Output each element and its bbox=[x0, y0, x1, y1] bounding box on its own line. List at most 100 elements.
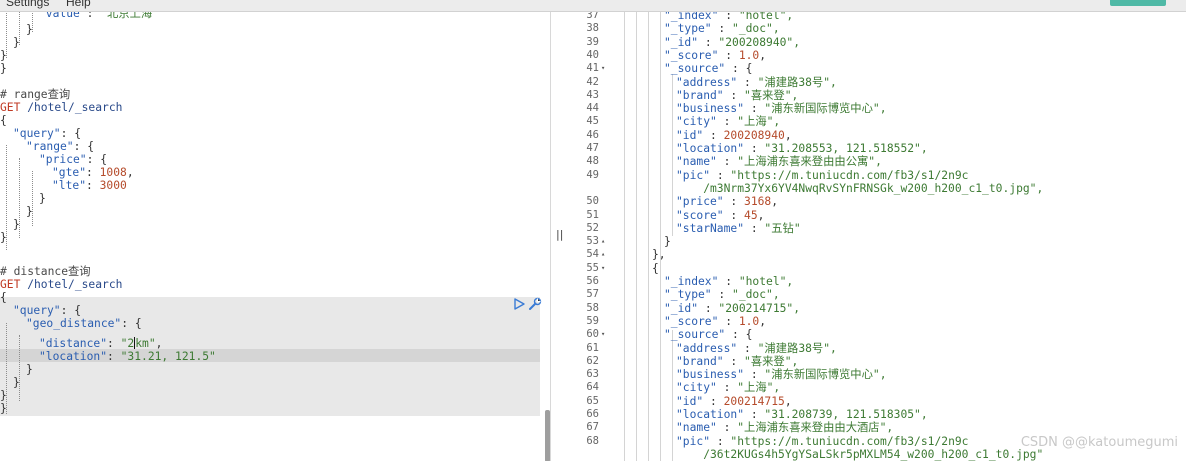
code-token: "price" bbox=[39, 153, 87, 166]
code-token: : bbox=[744, 142, 765, 155]
menu-settings[interactable]: Settings bbox=[6, 0, 49, 9]
response-line: "pic" : "https://m.tuniucdn.com/fb3/s1/2… bbox=[676, 169, 968, 182]
response-line: /m3Nrm37Yx6YV4NwqRvSYnFRNSGk_w200_h200_c… bbox=[676, 182, 1043, 195]
line-number: 47 bbox=[586, 142, 599, 154]
code-token: : bbox=[710, 168, 731, 182]
pane-divider bbox=[550, 12, 551, 461]
line-number: 56 bbox=[586, 275, 599, 287]
response-line: "pic" : "https://m.tuniucdn.com/fb3/s1/2… bbox=[676, 435, 968, 448]
code-token: : bbox=[737, 75, 758, 89]
code-token: "hotel", bbox=[738, 275, 794, 288]
code-token: # distance查询 bbox=[0, 265, 91, 278]
output-guide-line bbox=[624, 12, 625, 461]
editor-line[interactable]: "distance": "2km", bbox=[39, 337, 162, 350]
response-line: "_source" : { bbox=[664, 328, 752, 341]
menu-help[interactable]: Help bbox=[66, 0, 91, 9]
line-number: 53 bbox=[586, 235, 599, 248]
fold-toggle-icon[interactable]: ▾ bbox=[601, 62, 611, 75]
editor-line[interactable]: # range查询 bbox=[0, 88, 70, 101]
code-token: "_type" bbox=[664, 288, 712, 302]
response-line: }, bbox=[652, 248, 666, 261]
response-line: "score" : 45, bbox=[676, 209, 764, 222]
editor-line[interactable]: "location": "31.21, 121.5" bbox=[39, 350, 216, 363]
code-token: : bbox=[716, 421, 738, 435]
editor-line[interactable]: GET /hotel/_search bbox=[0, 278, 122, 291]
indent-guide bbox=[19, 335, 20, 401]
code-token: : { bbox=[60, 304, 82, 317]
code-token: : bbox=[86, 166, 100, 179]
code-token: { bbox=[652, 261, 659, 275]
editor-line[interactable]: } bbox=[26, 205, 33, 218]
line-number: 61 bbox=[586, 341, 599, 354]
wrench-icon[interactable] bbox=[528, 297, 542, 311]
line-number: 45 bbox=[586, 115, 599, 128]
console-editor[interactable]: "value": "北京上海"}}}} # range查询 GET /hotel/_… bbox=[0, 12, 550, 461]
fold-toggle-icon[interactable]: ▴ bbox=[601, 248, 611, 261]
line-number: 51 bbox=[586, 208, 599, 221]
toolbar-button[interactable] bbox=[1110, 0, 1166, 6]
code-token: "_source" bbox=[664, 328, 726, 342]
code-token: : { bbox=[121, 317, 142, 330]
response-line: "city" : "上海", bbox=[676, 381, 780, 394]
code-token: } bbox=[13, 376, 20, 389]
code-token: : bbox=[718, 12, 739, 22]
code-token: "北京上海" bbox=[100, 12, 160, 20]
code-token: "pic" bbox=[676, 168, 711, 182]
editor-line[interactable]: "lte": 3000 bbox=[52, 179, 127, 192]
response-line: "_score" : 1.0, bbox=[664, 315, 766, 328]
editor-line[interactable]: "range": { bbox=[26, 140, 94, 153]
resize-handle-icon[interactable]: || bbox=[556, 228, 563, 241]
line-number: 40 bbox=[586, 48, 599, 61]
editor-line[interactable]: "geo_distance": { bbox=[26, 317, 142, 330]
editor-line[interactable]: } bbox=[0, 389, 7, 402]
code-token: "https://m.tuniucdn.com/fb3/s1/2n9c bbox=[730, 168, 969, 182]
code-token: , bbox=[784, 394, 792, 408]
code-token: 200208940 bbox=[723, 128, 785, 142]
code-token: "business" bbox=[676, 102, 745, 116]
editor-line[interactable]: "price": { bbox=[39, 153, 107, 166]
editor-line[interactable]: } bbox=[13, 218, 20, 231]
editor-line[interactable]: } bbox=[26, 23, 33, 36]
code-token: /hotel/_search bbox=[20, 101, 123, 114]
code-token: : { bbox=[60, 127, 82, 140]
code-token: { bbox=[0, 291, 7, 304]
editor-line[interactable]: } bbox=[0, 402, 7, 415]
play-icon[interactable] bbox=[513, 298, 525, 310]
editor-line[interactable]: } bbox=[13, 36, 20, 49]
editor-line[interactable]: } bbox=[0, 62, 7, 75]
editor-line[interactable]: GET /hotel/_search bbox=[0, 101, 122, 114]
editor-line[interactable]: "value": "北京上海" bbox=[39, 12, 159, 20]
code-token: : bbox=[723, 208, 745, 222]
editor-line[interactable]: } bbox=[39, 192, 46, 205]
code-token: "pic" bbox=[676, 434, 711, 448]
code-token: }, bbox=[652, 248, 666, 262]
code-token: "五钻" bbox=[764, 221, 801, 235]
line-number: 50 bbox=[586, 195, 599, 208]
editor-line[interactable]: } bbox=[0, 49, 7, 62]
editor-line[interactable]: } bbox=[0, 231, 7, 244]
code-token: /36t2KUGs4h5YgYSaLSkr5pMXLM54_w200_h200_… bbox=[676, 447, 1044, 461]
editor-line[interactable]: } bbox=[13, 376, 20, 389]
line-number: 38 bbox=[586, 22, 599, 35]
editor-line[interactable]: "gte": 1008, bbox=[52, 166, 134, 179]
code-token: 45 bbox=[744, 208, 758, 222]
editor-line[interactable]: { bbox=[0, 291, 7, 304]
editor-line[interactable]: } bbox=[26, 363, 33, 376]
response-line: /36t2KUGs4h5YgYSaLSkr5pMXLM54_w200_h200_… bbox=[676, 448, 1043, 461]
editor-line[interactable]: # distance查询 bbox=[0, 265, 91, 278]
editor-line[interactable]: { bbox=[0, 114, 7, 127]
fold-toggle-icon[interactable]: ▾ bbox=[601, 262, 611, 275]
editor-line[interactable]: "query": { bbox=[13, 127, 81, 140]
code-token: "location" bbox=[676, 142, 745, 155]
code-token: : bbox=[718, 275, 739, 288]
code-token: "200208940", bbox=[718, 35, 801, 49]
line-number: 39 bbox=[586, 35, 599, 48]
fold-toggle-icon[interactable]: ▴ bbox=[601, 235, 611, 248]
editor-line[interactable]: "query": { bbox=[13, 304, 81, 317]
line-number: 52 bbox=[586, 221, 599, 234]
code-token: "_index" bbox=[664, 12, 719, 22]
code-token: } bbox=[0, 231, 7, 244]
response-line: "name" : "上海浦东喜来登由由大酒店", bbox=[676, 421, 893, 434]
code-token: : bbox=[86, 179, 100, 192]
fold-toggle-icon[interactable]: ▾ bbox=[601, 328, 611, 341]
